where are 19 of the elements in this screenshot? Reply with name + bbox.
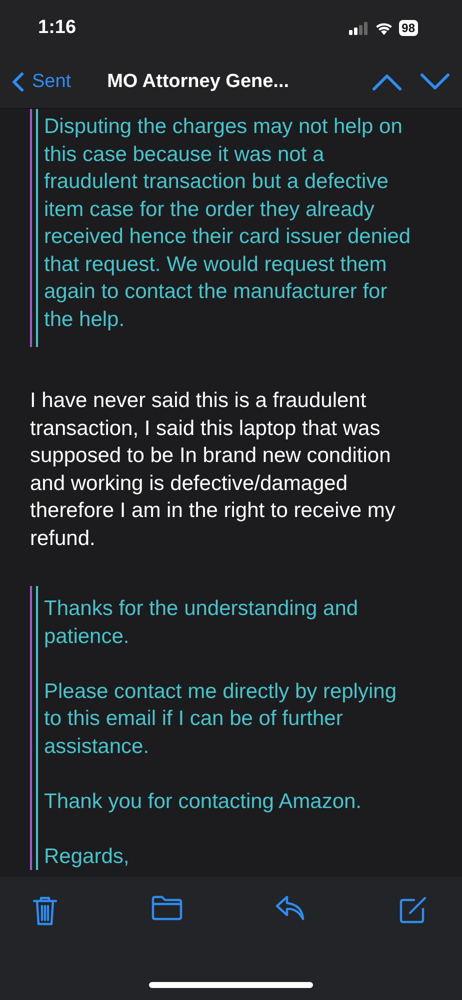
message-title: MO Attorney Gene... [107, 71, 290, 93]
reply-icon[interactable] [275, 895, 306, 921]
chevron-up-icon[interactable] [372, 73, 402, 91]
compose-icon[interactable] [398, 895, 428, 925]
quoted-paragraph: Please contact me directly by replying to this email if I can be of further assistance. [44, 678, 398, 760]
chevron-down-icon[interactable] [420, 73, 450, 91]
body-paragraph: I have never said this is a fraudulent transaction, I said this laptop that was supposed to be In brand new condition and working is defective/damaged therefore I am in the right to receive my refund. [30, 388, 396, 552]
wifi-icon [374, 22, 393, 34]
quoted-paragraph: Thank you for contacting Amazon. [44, 788, 363, 814]
quoted-paragraph: Thanks for the understanding and patience. [44, 596, 360, 650]
back-button[interactable]: Sent [12, 71, 72, 93]
folder-icon[interactable] [150, 895, 183, 921]
quoted-paragraph: Regards, [44, 844, 130, 870]
trash-icon[interactable] [32, 895, 58, 927]
signal-icon [348, 22, 369, 34]
quoted-paragraph: Disputing the charges may not help on this case because it was not a fraudulent transaction but a defective item case for the order they already received hence their card issuer denied that request. We would request them again to contact the manufacturer for the help. [44, 114, 412, 332]
battery-indicator: 98 [398, 20, 418, 36]
back-chevron-icon [12, 72, 24, 92]
status-time: 1:16 [38, 17, 76, 39]
